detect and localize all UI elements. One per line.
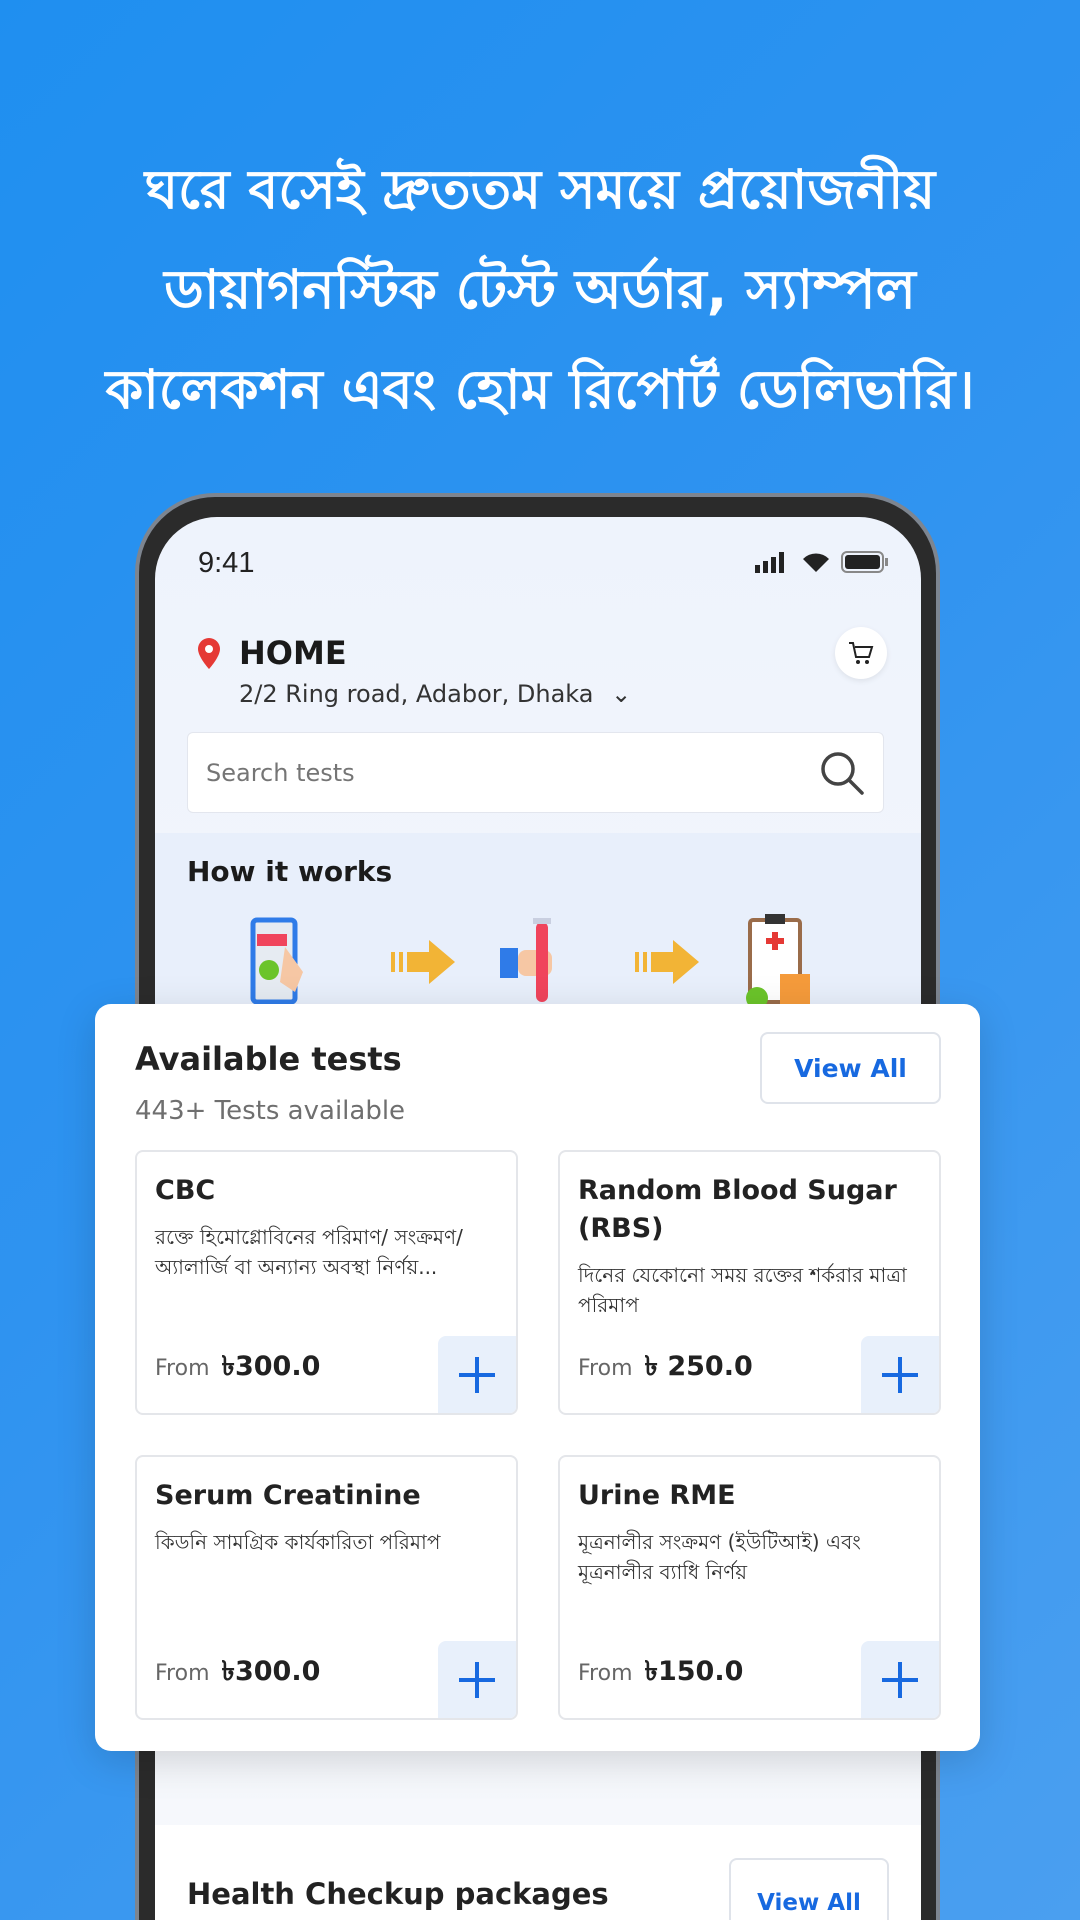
- available-tests-card: Available tests 443+ Tests available Vie…: [95, 1004, 980, 1751]
- location-pin-icon: [198, 638, 220, 669]
- test-description: মূত্রনালীর সংক্রমণ (ইউটিআই) এবং মূত্রনাল…: [578, 1530, 861, 1584]
- arrow-right-icon: [635, 940, 699, 984]
- order-on-phone-icon: [250, 917, 303, 1005]
- cart-icon: [849, 642, 874, 664]
- test-card-urine-rme[interactable]: Urine RME মূত্রনালীর সংক্রমণ (ইউটিআই) এব…: [558, 1455, 941, 1720]
- test-price: ৳ 250.0: [644, 1351, 753, 1382]
- from-label: From: [578, 1661, 633, 1686]
- test-price: ৳300.0: [221, 1351, 321, 1382]
- address-text: 2/2 Ring road, Adabor, Dhaka: [239, 680, 594, 708]
- location-address[interactable]: 2/2 Ring road, Adabor, Dhaka ⌄: [239, 680, 631, 708]
- test-name: Urine RME: [578, 1480, 736, 1511]
- available-tests-title: Available tests: [135, 1040, 402, 1078]
- plus-icon: [882, 1661, 918, 1698]
- cart-button[interactable]: [835, 627, 887, 679]
- view-all-button[interactable]: View All: [760, 1032, 941, 1104]
- test-card-rbs[interactable]: Random Blood Sugar (RBS) দিনের যেকোনো সম…: [558, 1150, 941, 1415]
- tests-count: 443+ Tests available: [135, 1096, 406, 1126]
- signal-icon: [755, 552, 784, 573]
- status-time: 9:41: [198, 547, 255, 579]
- how-it-works-title: How it works: [187, 855, 393, 888]
- headline-line: কালেকশন এবং হোম রিপোর্ট ডেলিভারি।: [105, 358, 975, 421]
- add-test-button[interactable]: [438, 1641, 516, 1718]
- test-description: রক্তে হিমোগ্লোবিনের পরিমাণ/ সংক্রমণ/অ্যা…: [155, 1225, 463, 1279]
- promo-headline: ঘরে বসেই দ্রুততম সময়ে প্রয়োজনীয় ডায়া…: [0, 140, 1080, 440]
- search-input[interactable]: [206, 758, 766, 787]
- test-price: ৳300.0: [221, 1656, 321, 1687]
- add-test-button[interactable]: [861, 1641, 939, 1718]
- test-card-cbc[interactable]: CBC রক্তে হিমোগ্লোবিনের পরিমাণ/ সংক্রমণ/…: [135, 1150, 518, 1415]
- test-price: ৳150.0: [644, 1656, 744, 1687]
- sample-collection-icon: [500, 918, 552, 1002]
- from-label: From: [155, 1661, 210, 1686]
- plus-icon: [882, 1356, 918, 1393]
- plus-icon: [459, 1661, 495, 1698]
- plus-icon: [459, 1356, 495, 1393]
- test-description: কিডনি সামগ্রিক কার্যকারিতা পরিমাপ: [155, 1530, 441, 1554]
- arrow-right-icon: [391, 940, 455, 984]
- location-label[interactable]: HOME: [239, 634, 347, 672]
- search-icon[interactable]: [819, 750, 865, 796]
- how-it-works-steps: [250, 914, 810, 1009]
- headline-line: ডায়াগনস্টিক টেস্ট অর্ডার, স্যাম্পল: [164, 258, 916, 321]
- search-bar[interactable]: [187, 732, 884, 813]
- health-checkup-view-all-button[interactable]: View All: [729, 1858, 889, 1920]
- chevron-down-icon: ⌄: [611, 680, 632, 708]
- test-card-serum-creatinine[interactable]: Serum Creatinine কিডনি সামগ্রিক কার্যকার…: [135, 1455, 518, 1720]
- test-name: Random Blood Sugar (RBS): [578, 1175, 897, 1244]
- report-delivery-icon: [746, 914, 810, 1009]
- from-label: From: [155, 1356, 210, 1381]
- headline-line: ঘরে বসেই দ্রুততম সময়ে প্রয়োজনীয়: [144, 158, 936, 221]
- test-name: Serum Creatinine: [155, 1480, 421, 1511]
- health-checkup-title: Health Checkup packages: [187, 1877, 609, 1911]
- wifi-icon: [803, 553, 829, 572]
- add-test-button[interactable]: [438, 1336, 516, 1413]
- test-description: দিনের যেকোনো সময় রক্তের শর্করার মাত্রা …: [578, 1263, 907, 1317]
- add-test-button[interactable]: [861, 1336, 939, 1413]
- battery-icon: [841, 551, 888, 573]
- test-name: CBC: [155, 1175, 216, 1206]
- from-label: From: [578, 1356, 633, 1381]
- status-icons: [755, 551, 889, 573]
